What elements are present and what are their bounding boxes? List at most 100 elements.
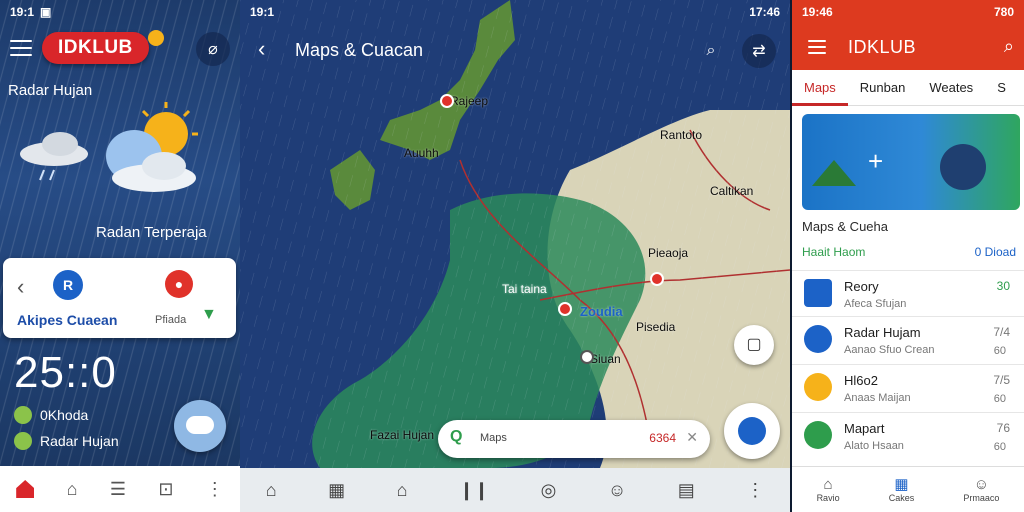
list-item[interactable]: Hl6o2 Anaas Maijan 7/5 60 [792, 364, 1024, 410]
item-title: Radar Hujam [844, 325, 921, 340]
search-icon[interactable]: ⌕ [694, 34, 728, 68]
nav-label: Cakes [888, 492, 915, 503]
pause-icon[interactable]: ❙❙ [459, 480, 489, 501]
item-value-secondary: 60 [993, 393, 1006, 405]
card-label-left: Akipes Cuaean [17, 312, 118, 328]
map-search-icon: Q [450, 428, 463, 445]
tab-weates[interactable]: Weates [917, 70, 985, 106]
tab-maps[interactable]: Maps [792, 70, 848, 106]
list-item[interactable]: Reory Afeca Sfujan 30 [792, 270, 1024, 316]
status-bar: 19:1 ▣ [0, 0, 240, 24]
map-banner-image[interactable]: + [802, 114, 1020, 210]
item-value: 7/5 [993, 373, 1010, 387]
status-bar: 19:1 17:46 [240, 0, 790, 24]
item-subtitle: Aanao Sfuo Crean [844, 344, 935, 356]
subheader-left: Haait Haom [802, 245, 866, 259]
map-label: Caltikan [710, 184, 754, 198]
weather-cloud-sun-icon [20, 102, 198, 192]
map-label: Rajeep [450, 94, 489, 108]
compass-icon[interactable]: ◎ [541, 480, 557, 501]
app-icon [804, 279, 832, 307]
list-item[interactable]: Radar Hujan [14, 432, 119, 450]
status-time: 19:1 [250, 5, 275, 19]
more-icon[interactable]: ⋮ [746, 480, 764, 501]
map-pin-icon[interactable] [580, 350, 594, 364]
map-pin-icon[interactable] [440, 94, 454, 108]
map-label: Pisedia [636, 320, 676, 334]
map-label: Siuan [590, 352, 621, 366]
clock-display: 25::0 [14, 348, 117, 397]
map-pin-icon[interactable] [650, 272, 664, 286]
link-icon[interactable]: ⌀ [196, 32, 230, 66]
close-icon[interactable]: ✕ [686, 429, 698, 446]
plus-icon: + [868, 146, 884, 176]
rain-cloud-icon [20, 132, 88, 181]
subheader-right[interactable]: 0 Dioad [975, 245, 1016, 259]
nav-label: Ravio [816, 492, 840, 503]
row-label: Radar Hujan [40, 433, 119, 449]
app-title: IDKLUB [848, 37, 917, 57]
list-item[interactable]: Radar Hujam Aanao Sfuo Crean 7/4 60 [792, 316, 1024, 362]
notification-icon: ▣ [40, 5, 52, 19]
item-title: Mapart [844, 421, 885, 436]
navigate-fab-button[interactable] [724, 403, 780, 459]
tab-runban[interactable]: Runban [848, 70, 918, 106]
list-item[interactable]: Mapart Alato Hsaan 76 60 [792, 412, 1024, 458]
hamburger-menu-icon[interactable] [808, 40, 826, 54]
recenter-icon[interactable]: ⌂ [397, 480, 408, 501]
app-icon [804, 421, 832, 449]
nav-ravio[interactable]: ⌂ Ravio [816, 475, 840, 503]
item-subtitle: Alato Hsaan [844, 440, 904, 452]
list-icon[interactable]: ☰ [110, 479, 126, 500]
inbox-icon[interactable]: ⊡ [158, 479, 173, 500]
chevron-left-icon[interactable]: ‹ [17, 274, 24, 300]
mountain-icon [812, 160, 856, 186]
status-dot-icon [14, 406, 32, 424]
back-arrow-icon[interactable]: ‹ [258, 36, 265, 62]
home-icon: ⌂ [823, 475, 833, 493]
radan-label: Radan Terperaja [96, 224, 207, 241]
bottom-nav: ⌂ Ravio ▦ Cakes ☺ Prmaaco [792, 466, 1024, 512]
profile-icon[interactable]: ☺ [608, 480, 626, 501]
list-item[interactable]: 0Khoda [14, 406, 88, 424]
search-icon[interactable]: ⌕ [1004, 36, 1014, 57]
weather-card[interactable]: ‹ R ● Akipes Cuaean Pfiada ▼ [3, 258, 236, 338]
item-subtitle: Anaas Maijan [844, 392, 911, 404]
bottom-nav: ⌂ ☰ ⊡ ⋮ [0, 466, 240, 512]
map-panel: 19:1 17:46 ‹ Maps & Cuacan ⌕ ⇄ Rajeep Au… [240, 0, 790, 512]
nav-prmaaco[interactable]: ☺ Prmaaco [963, 476, 999, 503]
left-panel: 19:1 ▣ IDKLUB ⌀ Radar Hujan Radan Terper… [0, 0, 240, 512]
map-view[interactable] [240, 0, 790, 468]
hamburger-menu-icon[interactable] [10, 40, 32, 56]
more-icon[interactable]: ⋮ [206, 479, 224, 500]
calendar-icon[interactable]: ▤ [678, 480, 695, 501]
right-panel: 19:46 780 IDKLUB ⌕ Maps Runban Weates S … [792, 0, 1024, 512]
item-value-secondary: 60 [993, 345, 1006, 357]
nav-cakes[interactable]: ▦ Cakes [888, 476, 915, 503]
home-icon-active[interactable] [16, 480, 35, 498]
map-label: Tai taina [502, 282, 547, 296]
tab-bar: Maps Runban Weates S [792, 70, 1024, 106]
status-battery: 780 [993, 5, 1014, 19]
home-icon[interactable]: ⌂ [67, 479, 78, 500]
radar-title: Radar Hujan [8, 82, 93, 99]
map-pin-icon[interactable] [558, 302, 572, 316]
item-subtitle: Afeca Sfujan [844, 298, 907, 310]
cloud-fab-button[interactable] [174, 400, 226, 452]
status-time: 19:46 [802, 5, 833, 19]
logo-badge-icon [148, 30, 164, 46]
home-icon[interactable]: ⌂ [266, 480, 277, 501]
radar-app-icon[interactable]: R [53, 270, 83, 300]
item-value: 30 [996, 279, 1010, 293]
map-label: Zoudia [580, 304, 623, 319]
share-icon[interactable]: ⇄ [742, 34, 776, 68]
alert-app-icon[interactable]: ● [165, 270, 193, 298]
status-time-right: 17:46 [749, 5, 780, 19]
search-bar[interactable]: Q Maps 6364 ✕ [438, 420, 710, 458]
layers-button[interactable]: ▢ [734, 325, 774, 365]
tab-s[interactable]: S [985, 70, 1018, 106]
map-icon[interactable]: ▦ [328, 480, 345, 501]
item-value-secondary: 60 [993, 441, 1006, 453]
search-code: 6364 [649, 431, 676, 445]
app-icon [804, 325, 832, 353]
